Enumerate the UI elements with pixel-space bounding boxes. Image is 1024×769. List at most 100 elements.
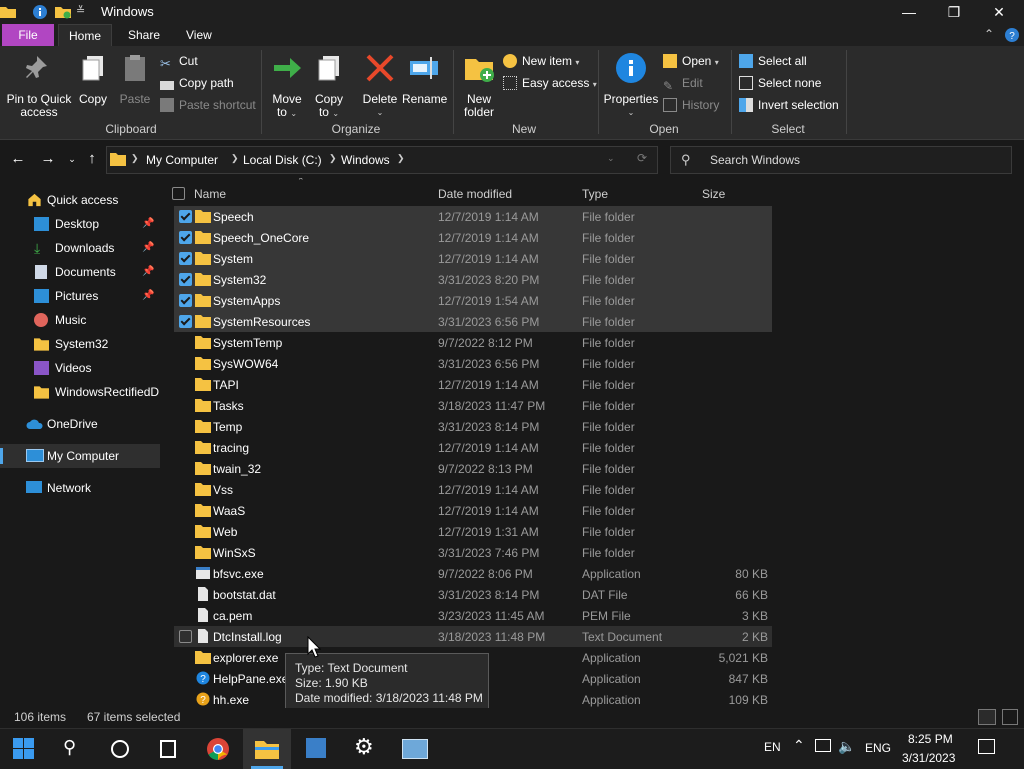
- table-row[interactable]: WaaS 12/7/2019 1:14 AM File folder: [174, 500, 772, 521]
- pin-icon[interactable]: 📌: [142, 284, 154, 308]
- table-row[interactable]: ca.pem 3/23/2023 11:45 AM PEM File 3 KB: [174, 605, 772, 626]
- sidebar-item-desktop[interactable]: Desktop 📌: [0, 212, 160, 236]
- table-row[interactable]: tracing 12/7/2019 1:14 AM File folder: [174, 437, 772, 458]
- row-checkbox[interactable]: [179, 315, 192, 328]
- maximize-button[interactable]: ❐: [931, 0, 977, 24]
- new-folder-qat-icon[interactable]: [55, 4, 71, 20]
- sidebar-item-documents[interactable]: Documents 📌: [0, 260, 160, 284]
- column-header-type[interactable]: Type: [582, 187, 608, 201]
- history-button[interactable]: History: [663, 95, 719, 115]
- up-arrow-icon[interactable]: ↑: [82, 149, 102, 169]
- table-row[interactable]: SystemResources 3/31/2023 6:56 PM File fol…: [174, 311, 772, 332]
- clock-date[interactable]: 3/31/2023: [902, 751, 955, 765]
- task-view-button[interactable]: [144, 729, 192, 769]
- sidebar-item-windowsrectified[interactable]: WindowsRectifiedD: [0, 380, 160, 404]
- pin-icon[interactable]: 📌: [142, 260, 154, 284]
- search-taskbar-button[interactable]: ⚲: [48, 729, 96, 769]
- row-checkbox[interactable]: [179, 210, 192, 223]
- table-row[interactable]: twain_32 9/7/2022 8:13 PM File folder: [174, 458, 772, 479]
- volume-icon[interactable]: 🔈: [838, 738, 855, 755]
- clock-time[interactable]: 8:25 PM: [908, 732, 953, 746]
- sidebar-item-onedrive[interactable]: OneDrive: [0, 412, 160, 436]
- input-language[interactable]: ENG: [865, 741, 891, 755]
- table-row[interactable]: bootstat.dat 3/31/2023 8:14 PM DAT File 66 …: [174, 584, 772, 605]
- paste-shortcut-button[interactable]: Paste shortcut: [160, 95, 256, 115]
- forward-arrow-icon[interactable]: →: [38, 149, 58, 169]
- close-button[interactable]: ✕: [976, 0, 1022, 24]
- rename-button[interactable]: Rename: [402, 52, 447, 106]
- easy-access-button[interactable]: Easy access ▾: [503, 73, 597, 93]
- row-checkbox[interactable]: [179, 252, 192, 265]
- table-row[interactable]: Speech_OneCore 12/7/2019 1:14 AM File fold…: [174, 227, 772, 248]
- table-row[interactable]: DtcInstall.log 3/18/2023 11:48 PM Text Doc…: [174, 626, 772, 647]
- sidebar-item-music[interactable]: Music: [0, 308, 160, 332]
- row-checkbox[interactable]: [179, 630, 192, 643]
- qat-dropdown-icon[interactable]: ≚: [76, 4, 85, 17]
- open-button[interactable]: Open ▾: [663, 51, 719, 71]
- delete-button[interactable]: Delete ⌄: [360, 52, 400, 119]
- breadcrumb-local-disk[interactable]: Local Disk (C:): [243, 153, 322, 167]
- table-row[interactable]: SystemTemp 9/7/2022 8:12 PM File folder: [174, 332, 772, 353]
- address-bar[interactable]: ❯ My Computer ❯ Local Disk (C:) ❯ Window…: [106, 146, 658, 174]
- search-box[interactable]: ⚲ Search Windows: [670, 146, 1012, 174]
- table-row[interactable]: TAPI 12/7/2019 1:14 AM File folder: [174, 374, 772, 395]
- select-all-checkbox[interactable]: [172, 187, 185, 200]
- properties-qat-icon[interactable]: [32, 4, 48, 20]
- pin-to-quick-access-button[interactable]: Pin to Quick access: [6, 52, 72, 119]
- sidebar-item-quick-access[interactable]: Quick access: [0, 188, 160, 212]
- table-row[interactable]: System32 3/31/2023 8:20 PM File folder: [174, 269, 772, 290]
- large-icons-view-icon[interactable]: [1002, 709, 1018, 725]
- sidebar-item-system32[interactable]: System32: [0, 332, 160, 356]
- new-item-button[interactable]: New item ▾: [503, 51, 579, 71]
- sidebar-item-downloads[interactable]: ⤓ Downloads 📌: [0, 236, 160, 260]
- move-to-button[interactable]: Move to ⌄: [268, 52, 306, 120]
- network-tray-icon[interactable]: [815, 739, 831, 752]
- table-row[interactable]: bfsvc.exe 9/7/2022 8:06 PM Application 80 K…: [174, 563, 772, 584]
- sidebar-item-pictures[interactable]: Pictures 📌: [0, 284, 160, 308]
- pin-icon[interactable]: 📌: [142, 236, 154, 260]
- details-view-icon[interactable]: [978, 709, 996, 725]
- select-all-button[interactable]: Select all: [739, 51, 807, 71]
- refresh-icon[interactable]: ⟳: [637, 151, 647, 165]
- cut-button[interactable]: ✂ Cut: [160, 51, 198, 71]
- table-row[interactable]: Temp 3/31/2023 8:14 PM File folder: [174, 416, 772, 437]
- row-checkbox[interactable]: [179, 231, 192, 244]
- settings-taskbar-button[interactable]: ⚙: [341, 729, 389, 769]
- table-row[interactable]: System 12/7/2019 1:14 AM File folder: [174, 248, 772, 269]
- properties-button[interactable]: Properties ⌄: [603, 52, 659, 119]
- back-arrow-icon[interactable]: ←: [8, 149, 28, 169]
- language-indicator[interactable]: EN: [764, 740, 781, 754]
- notifications-icon[interactable]: [978, 739, 995, 754]
- tab-home[interactable]: Home: [58, 24, 113, 46]
- table-row[interactable]: Vss 12/7/2019 1:14 AM File folder: [174, 479, 772, 500]
- new-folder-button[interactable]: New folder: [459, 52, 499, 119]
- tab-share[interactable]: Share: [118, 24, 170, 46]
- copy-button[interactable]: Copy: [76, 52, 110, 106]
- select-none-button[interactable]: Select none: [739, 73, 821, 93]
- column-header-name[interactable]: Name: [194, 187, 226, 201]
- sidebar-item-network[interactable]: Network: [0, 476, 160, 500]
- address-dropdown-icon[interactable]: ⌄: [607, 153, 615, 164]
- pin-icon[interactable]: 📌: [142, 212, 154, 236]
- tab-view[interactable]: View: [176, 24, 222, 46]
- monitor-taskbar-button[interactable]: [390, 729, 438, 769]
- chevron-up-icon[interactable]: ⌃: [793, 737, 805, 754]
- table-row[interactable]: Tasks 3/18/2023 11:47 PM File folder: [174, 395, 772, 416]
- table-row[interactable]: SystemApps 12/7/2019 1:54 AM File folder: [174, 290, 772, 311]
- start-button[interactable]: [0, 729, 48, 769]
- cortana-button[interactable]: [96, 729, 144, 769]
- collapse-ribbon-icon[interactable]: ⌃: [984, 27, 994, 41]
- breadcrumb-my-computer[interactable]: My Computer: [146, 153, 218, 167]
- breadcrumb-windows[interactable]: Windows: [341, 153, 390, 167]
- row-checkbox[interactable]: [179, 273, 192, 286]
- paste-button[interactable]: Paste: [118, 52, 152, 106]
- copy-path-button[interactable]: Copy path: [160, 73, 234, 93]
- chrome-taskbar-button[interactable]: [194, 729, 242, 769]
- table-row[interactable]: Speech 12/7/2019 1:14 AM File folder: [174, 206, 772, 227]
- recent-locations-icon[interactable]: ⌄: [62, 149, 82, 169]
- file-explorer-taskbar-button[interactable]: [243, 729, 291, 769]
- edit-button[interactable]: ✎ Edit: [663, 73, 703, 93]
- tab-file[interactable]: File: [2, 24, 54, 46]
- invert-selection-button[interactable]: Invert selection: [739, 95, 839, 115]
- column-header-size[interactable]: Size: [702, 187, 725, 201]
